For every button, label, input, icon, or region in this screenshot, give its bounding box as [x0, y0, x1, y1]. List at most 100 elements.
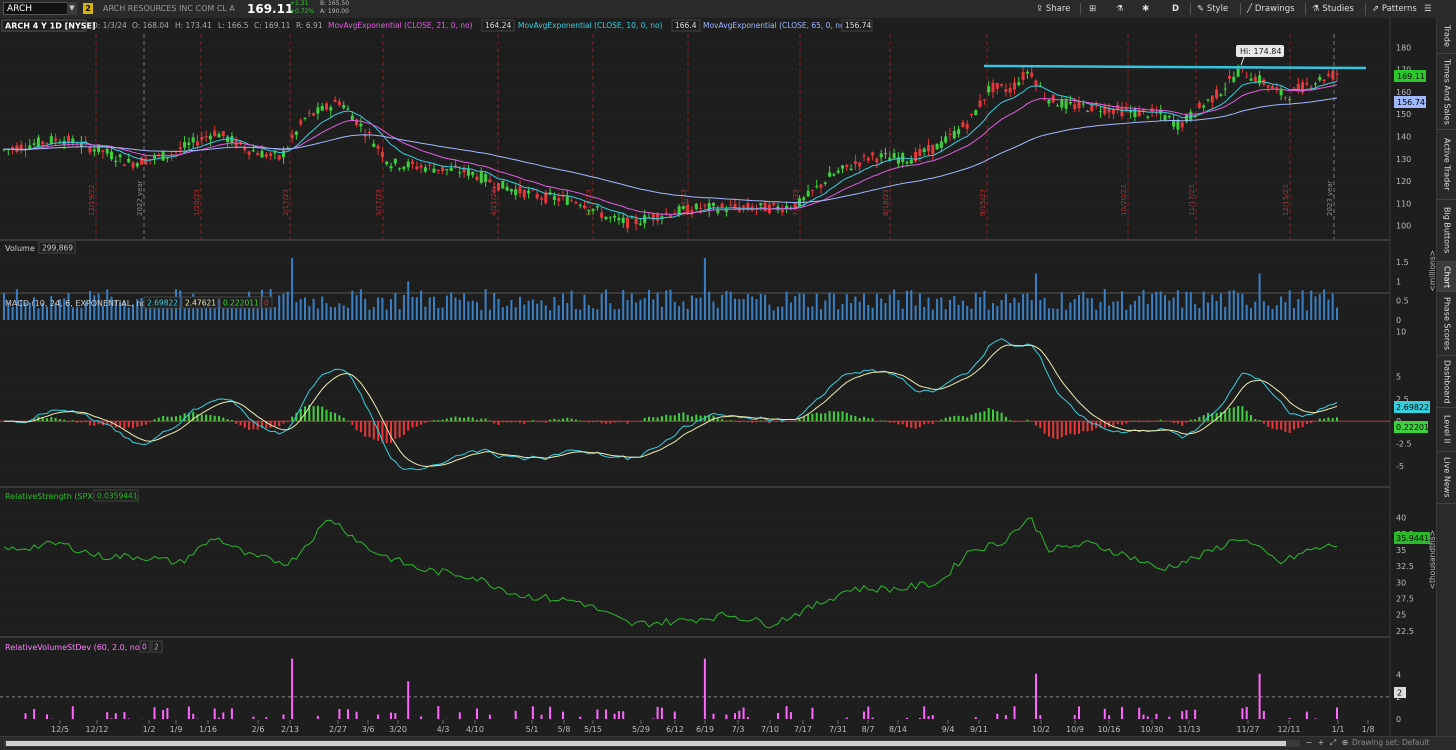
volume-bar	[1104, 289, 1106, 320]
rv-bar	[747, 717, 749, 719]
macd-histogram-bar	[63, 420, 65, 421]
tab-trade[interactable]: Trade	[1437, 18, 1456, 54]
rs-tick-label: 30	[1396, 578, 1406, 587]
volume-header: Volume 299,869	[5, 242, 75, 253]
macd-histogram-bar	[390, 421, 392, 443]
candle-body	[781, 210, 784, 213]
volume-bar	[979, 297, 981, 320]
crosshair-icon[interactable]: ⊕	[1340, 738, 1350, 748]
studies-button[interactable]: ⚗ Studies	[1312, 1, 1354, 17]
drawing-set-label: Drawing set: Default	[1352, 738, 1429, 747]
time-scrollbar-thumb[interactable]	[6, 741, 1286, 746]
rv-bar	[734, 713, 736, 719]
zoom-in-icon[interactable]: +	[1316, 738, 1326, 748]
volume-bar	[278, 295, 280, 320]
volume-bar	[1039, 300, 1041, 320]
chart-area[interactable]: 12/19/222022 year1/20/232/17/233/17/234/…	[0, 18, 1436, 736]
volume-bar	[794, 296, 796, 320]
tab-times-and-sales[interactable]: Times And Sales	[1437, 54, 1456, 130]
chevron-down-icon[interactable]: ▼	[67, 2, 77, 15]
tab-dashboard[interactable]: Dashboard	[1437, 356, 1456, 408]
macd-histogram-bar	[1112, 421, 1114, 426]
candle-body	[209, 136, 212, 140]
volume-bar	[949, 300, 951, 320]
macd-histogram-bar	[983, 411, 985, 421]
volume-bar	[940, 297, 942, 320]
patterns-button[interactable]: ⇗ Patterns	[1372, 1, 1417, 17]
ema10-label[interactable]: MovAvgExponential (CLOSE, 10, 0, no)	[518, 21, 663, 30]
candle-body	[936, 144, 939, 150]
tab-big-buttons[interactable]: Big Buttons	[1437, 200, 1456, 262]
volume-bar	[1229, 291, 1231, 320]
compare-button[interactable]: ⚗	[1116, 1, 1124, 17]
rv-bar	[605, 709, 607, 719]
tab-chart[interactable]: Chart	[1437, 262, 1456, 292]
macd-histogram-bar	[1259, 420, 1261, 421]
candle-body	[854, 161, 857, 164]
candle-body	[1017, 82, 1020, 85]
period-button[interactable]: D	[1172, 1, 1179, 17]
symbol-input[interactable]: ARCH	[3, 2, 77, 15]
macd-histogram-bar	[893, 421, 895, 423]
x-tick-label: 6/19	[696, 725, 714, 734]
candle-body	[381, 152, 384, 157]
macd-histogram-bar	[833, 411, 835, 421]
candle-body	[299, 120, 302, 124]
rv-bar	[1155, 714, 1157, 719]
period-label: 3/17/23	[375, 189, 383, 216]
candle-body	[1202, 106, 1205, 108]
chart-settings-button[interactable]: ✱	[1142, 1, 1149, 17]
expand-icon[interactable]: ⤢	[1328, 738, 1338, 748]
candle-body	[1176, 120, 1179, 129]
candle-body	[523, 190, 526, 198]
flexible-grid-button[interactable]: ⊞	[1089, 1, 1096, 17]
candle-body	[858, 162, 861, 166]
ohlc-date: D: 1/3/24	[92, 21, 127, 30]
ema21-label[interactable]: MovAvgExponential (CLOSE, 21, 0, no)	[328, 21, 473, 30]
volume-bar	[1005, 294, 1007, 320]
candle-body	[914, 152, 917, 161]
volume-bar	[1267, 306, 1269, 320]
share-button[interactable]: ⇪ Share	[1036, 1, 1070, 17]
macd-histogram-bar	[1332, 418, 1334, 421]
style-button[interactable]: ✎ Style	[1197, 1, 1228, 17]
candle-body	[996, 83, 999, 89]
candle-body	[970, 114, 973, 115]
candle-body	[278, 155, 281, 159]
candle-body	[609, 217, 612, 218]
ema65-label[interactable]: MovAvgExponential (CLOSE, 65, 0, no)	[703, 21, 848, 30]
candle-body	[622, 218, 625, 223]
tab-live-news[interactable]: Live News	[1437, 452, 1456, 504]
volume-bar	[790, 302, 792, 320]
volume-bar	[876, 294, 878, 320]
tab-level-ii[interactable]: Level II	[1437, 408, 1456, 452]
candle-body	[54, 138, 57, 140]
drawings-button[interactable]: ╱ Drawings	[1247, 1, 1295, 17]
link-group-badge[interactable]: 2	[83, 3, 93, 14]
macd-histogram-bar	[455, 416, 457, 421]
tab-phase-scores[interactable]: Phase Scores	[1437, 292, 1456, 356]
candle-body	[261, 151, 264, 158]
macd-histogram-bar	[1069, 421, 1071, 434]
menu-button[interactable]: ☰	[1424, 1, 1432, 17]
volume-bar	[1224, 307, 1226, 320]
candle-body	[1271, 86, 1274, 89]
macd-histogram-bar	[1336, 417, 1338, 421]
zoom-out-icon[interactable]: −	[1304, 738, 1314, 748]
volume-bar	[1310, 291, 1312, 320]
tab-active-trader[interactable]: Active Trader	[1437, 130, 1456, 200]
candle-body	[372, 144, 375, 147]
volume-bar	[1087, 298, 1089, 320]
volume-bar	[1035, 274, 1037, 321]
volume-bar	[652, 299, 654, 320]
candle-body	[93, 149, 96, 151]
macd-histogram-bar	[1280, 421, 1282, 429]
candle-body	[1000, 84, 1003, 86]
bottom-bar: − + ⤢ ⊕ Drawing set: Default	[0, 736, 1456, 750]
volume-bar	[515, 307, 517, 320]
volume-bar	[1138, 296, 1140, 320]
candle-body	[1318, 77, 1321, 80]
candle-body	[845, 165, 848, 168]
rv-bar	[1138, 708, 1140, 719]
volume-bar	[1259, 274, 1261, 321]
